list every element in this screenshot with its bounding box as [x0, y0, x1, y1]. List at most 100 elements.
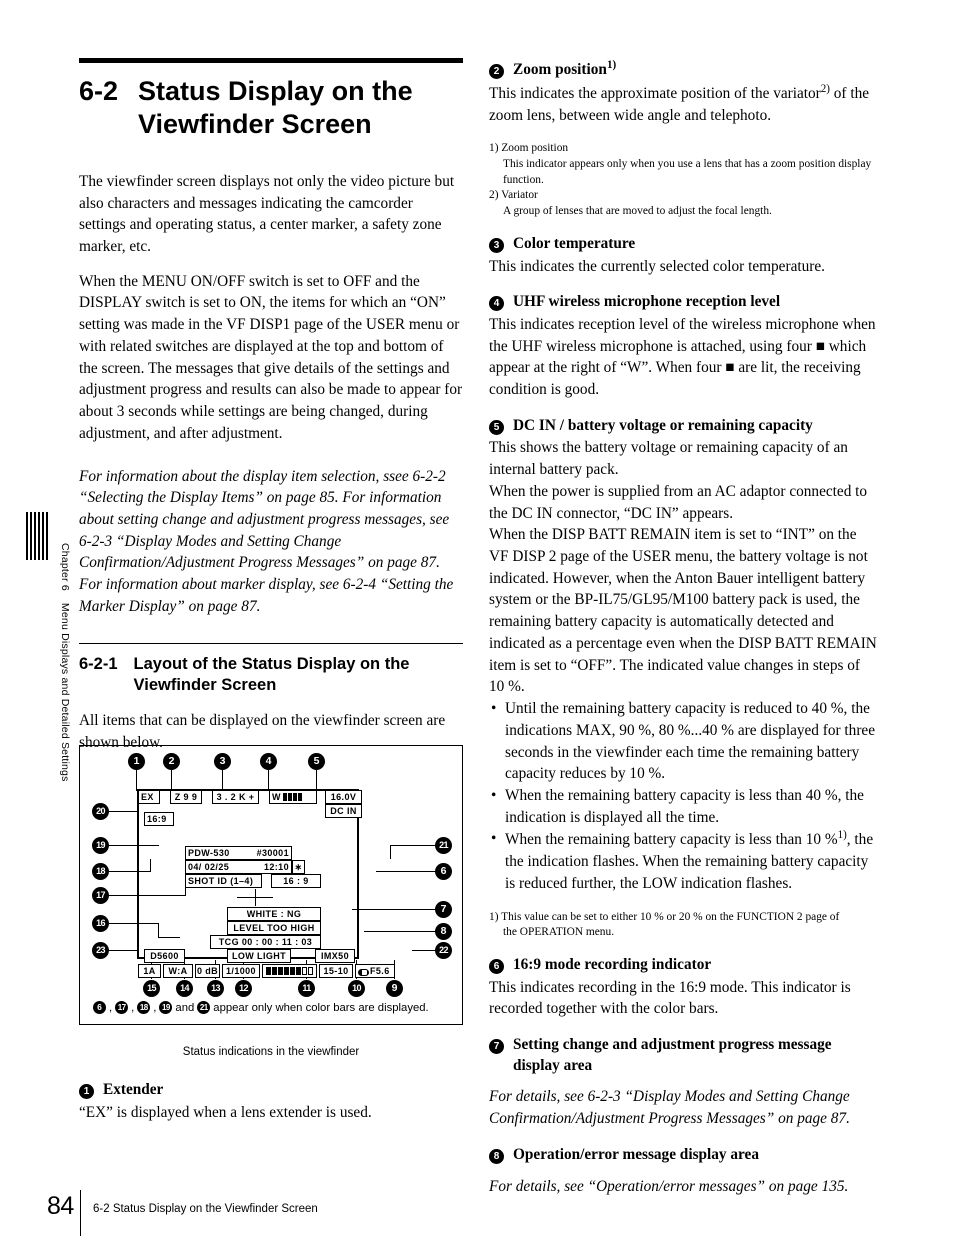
subsection-number: 6-2-1: [79, 654, 118, 673]
item-5-title: DC IN / battery voltage or remaining cap…: [513, 416, 813, 434]
callout-15: 15: [143, 980, 160, 997]
item-4-block: 4 UHF wireless microphone reception leve…: [489, 292, 879, 401]
item-5-heading: 5 DC IN / battery voltage or remaining c…: [489, 416, 879, 437]
vf-iris: F5.6: [355, 964, 395, 978]
uhf-level-meter-icon: [282, 793, 302, 801]
item-1-number: 1: [79, 1084, 94, 1099]
battery-footnote: 1) This value can be set to either 10 % …: [489, 910, 879, 941]
leader-1: [136, 770, 137, 791]
lens-iris-icon: [358, 968, 369, 976]
item-3-block: 3 Color temperature This indicates the c…: [489, 234, 879, 277]
figure-footnote-text: appear only when color bars are displaye…: [213, 1001, 429, 1014]
vf-message-line-1: WHITE : NG: [227, 907, 321, 921]
callout-10: 10: [348, 980, 365, 997]
vf-asterisk: ∗: [292, 860, 305, 874]
battery-footnote-line-1: 1) This value can be set to either 10 % …: [489, 910, 840, 923]
filled-square-icon-2: ■: [725, 359, 735, 377]
item-8-number: 8: [489, 1148, 504, 1164]
item-3-title: Color temperature: [513, 234, 636, 252]
footnote-callout-17: 17: [115, 1001, 129, 1014]
item-7-note: For details, see 6-2-3 “Display Modes an…: [489, 1088, 850, 1128]
item-1-body: “EX” is displayed when a lens extender i…: [79, 1103, 372, 1121]
vf-operation-message: LOW LIGHT: [227, 949, 291, 963]
vf-aspect-indicator: 16:9: [144, 812, 174, 826]
footer-running-head: 6-2 Status Display on the Viewfinder Scr…: [93, 1203, 318, 1215]
side-tab-title: Menu Displays and Detailed Settings: [59, 602, 71, 782]
item-4-body: This indicates reception level of the wi…: [489, 315, 876, 399]
vf-model-serial: PDW-530 #30001: [185, 846, 292, 860]
page-number: 84: [47, 1192, 74, 1220]
callout-3: 3: [214, 753, 231, 770]
item-7-title: Setting change and adjustment progress m…: [513, 1036, 832, 1074]
item-5-paragraph-2: When the power is supplied from an AC ad…: [489, 482, 868, 522]
callout-19: 19: [92, 837, 109, 854]
vf-audio-level-meter: [262, 964, 317, 978]
item-2-title-footnote-marker: 1): [606, 59, 617, 71]
item-6-block: 6 16:9 mode recording indicator This ind…: [489, 955, 879, 1020]
chapter-side-tab: Chapter 6 Menu Displays and Detailed Sett…: [22, 512, 71, 842]
vf-battery-voltage: 16.0V: [325, 790, 362, 804]
viewfinder-figure: 1 2 3 4 5 20 19 18 17 16 23 21 6 7 8 22: [79, 745, 463, 1025]
callout-13: 13: [207, 980, 224, 997]
document-page: Chapter 6 Menu Displays and Detailed Sett…: [0, 0, 954, 1244]
callout-4: 4: [260, 753, 277, 770]
item-6-title: 16:9 mode recording indicator: [513, 956, 712, 974]
item-5-bullet-3: When the remaining battery capacity is l…: [489, 828, 879, 894]
item-7-number: 7: [489, 1039, 504, 1055]
item-7-block: 7 Setting change and adjustment progress…: [489, 1035, 879, 1130]
vf-serial: #30001: [256, 848, 289, 858]
section-title: Status Display on the Viewfinder Screen: [138, 76, 413, 139]
callout-1: 1: [128, 753, 145, 770]
battery-footnote-marker: 1): [837, 829, 847, 842]
vf-16-9-mode: 16 : 9: [271, 874, 321, 888]
leader-2: [171, 770, 172, 791]
item-1-block: 1 Extender “EX” is displayed when a lens…: [79, 1080, 463, 1136]
footnote-1-text: This indicator appears only when you use…: [503, 158, 872, 186]
item-3-heading: 3 Color temperature: [489, 234, 879, 255]
callout-20: 20: [92, 803, 109, 820]
section-number: 6-2: [79, 76, 119, 106]
vf-message-line-2: LEVEL TOO HIGH: [227, 921, 321, 935]
callout-5: 5: [308, 753, 325, 770]
left-column: 6-2 Status Display on the Viewfinder Scr…: [79, 58, 463, 767]
item-8-block: 8 Operation/error message display area F…: [489, 1145, 879, 1197]
leader-22: [412, 950, 435, 951]
item-2-heading: 2 Zoom position1): [489, 58, 879, 81]
item-5-paragraph-1: This shows the battery voltage or remain…: [489, 439, 848, 479]
vf-uhf-reception: W: [269, 790, 317, 804]
leader-6: [376, 871, 435, 872]
item-5-paragraph-3: When the DISP BATT REMAIN item is set to…: [489, 526, 877, 696]
item-2-title: Zoom position1): [513, 59, 617, 79]
leader-7: [352, 909, 435, 910]
intro-paragraph-1: The viewfinder screen displays not only …: [79, 172, 455, 256]
item-3-body: This indicates the currently selected co…: [489, 257, 825, 275]
battery-footnote-line-2: the OPERATION menu.: [503, 926, 615, 939]
vf-date-time: 04/ 02/25 12:10: [185, 860, 292, 874]
footnote-callout-6: 6: [93, 1001, 106, 1014]
vf-format: IMX50: [315, 949, 355, 963]
subsection-title-text: Layout of the Status Display on the View…: [133, 654, 410, 694]
figure-caption: Status indications in the viewfinder: [182, 1046, 360, 1058]
item-8-heading: 8 Operation/error message display area: [489, 1145, 879, 1166]
footnote-callout-19: 19: [159, 1001, 173, 1014]
footnote-2-text: A group of lenses that are moved to adju…: [503, 205, 772, 218]
item-5-block: 5 DC IN / battery voltage or remaining c…: [489, 416, 879, 895]
leader-21a: [390, 845, 435, 846]
zoom-footnotes: 1) Zoom position This indicator appears …: [489, 141, 879, 220]
side-tab-hatch-icon: [26, 512, 48, 560]
item-6-body: This indicates recording in the 16:9 mod…: [489, 978, 851, 1018]
item-3-number: 3: [489, 237, 504, 253]
leader-21b: [390, 845, 391, 859]
subsection-rule: [79, 642, 463, 644]
item-1-title: Extender: [103, 1081, 164, 1098]
callout-9: 9: [386, 980, 403, 997]
item-2-block: 2 Zoom position1) This indicates the app…: [489, 58, 879, 126]
item-2-number: 2: [489, 64, 504, 80]
vf-filter: 1A: [138, 964, 161, 978]
callout-22: 22: [435, 942, 452, 959]
vf-iris-value: F5.6: [370, 966, 390, 976]
variator-footnote-marker: 2): [820, 82, 830, 95]
vf-color-temp-preset: D5600: [144, 949, 185, 963]
right-column: 2 Zoom position1) This indicates the app…: [489, 58, 879, 1212]
callout-18: 18: [92, 863, 109, 880]
